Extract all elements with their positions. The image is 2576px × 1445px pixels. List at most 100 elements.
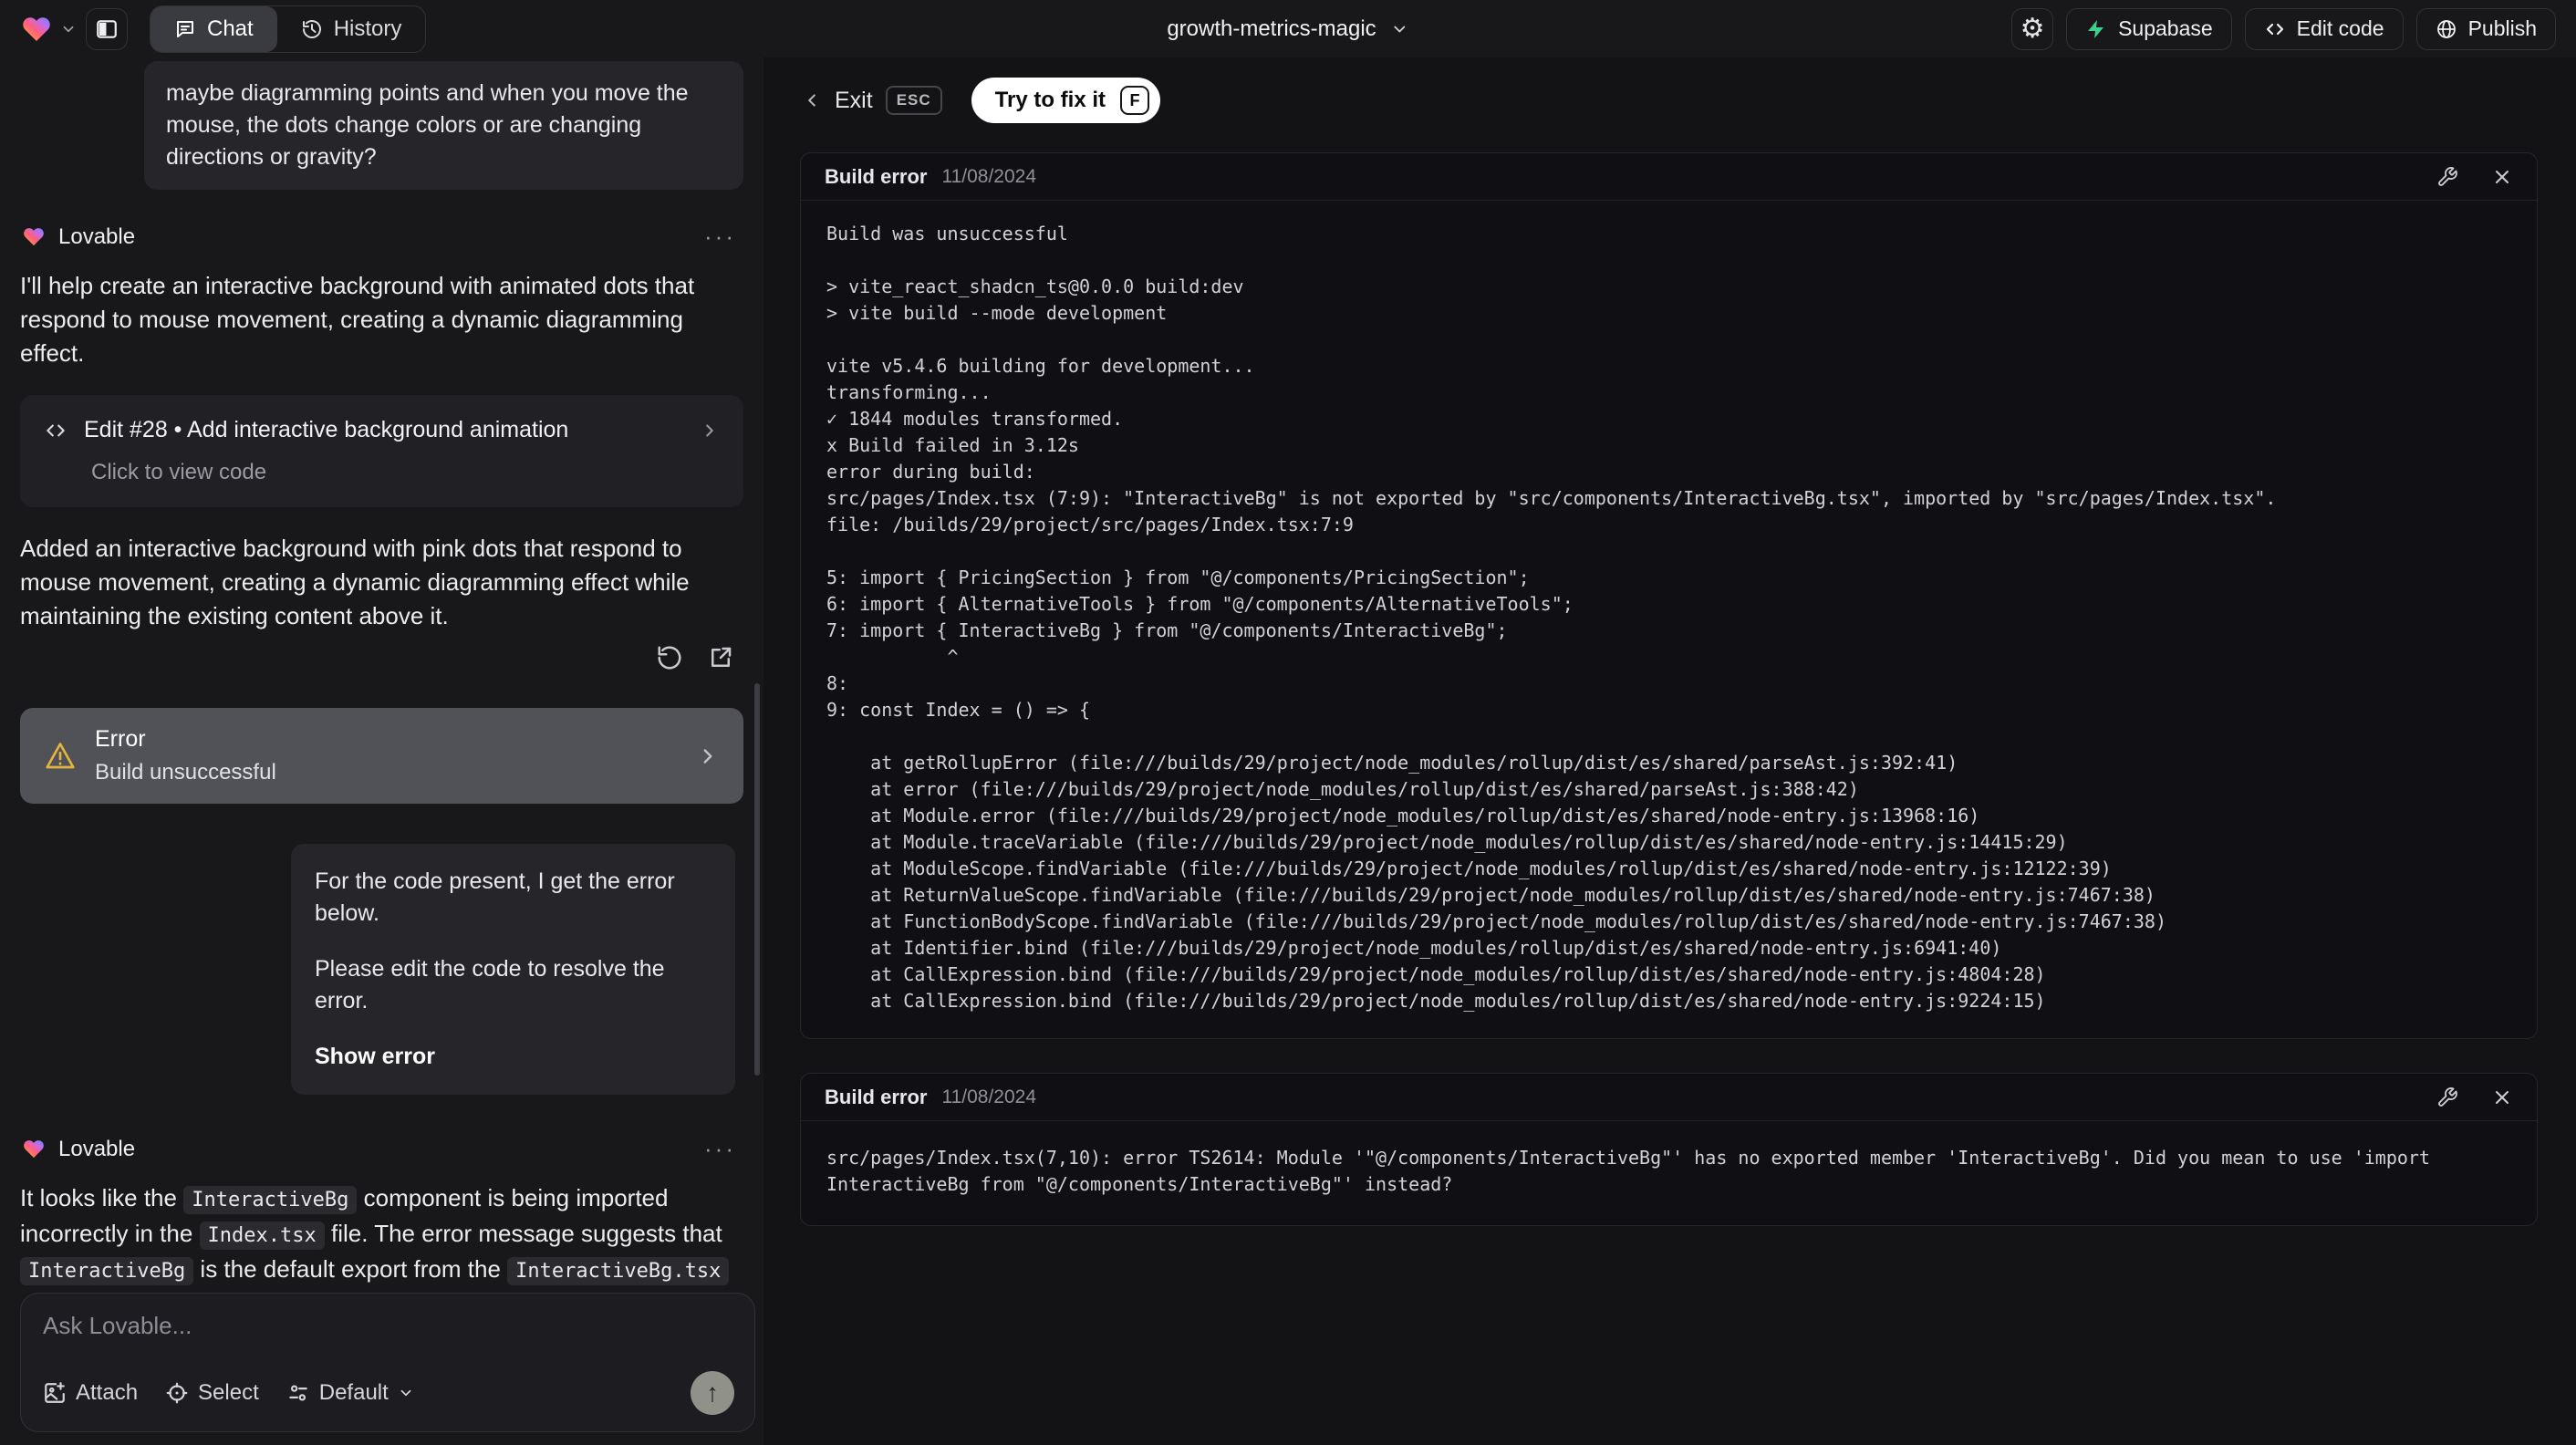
assistant-name: Lovable xyxy=(58,1136,136,1161)
sliders-icon xyxy=(286,1381,310,1405)
mode-dropdown[interactable]: Default xyxy=(286,1380,414,1406)
exit-label: Exit xyxy=(835,87,873,113)
attach-label: Attach xyxy=(76,1380,139,1405)
user-message-text: maybe diagramming points and when you mo… xyxy=(166,80,689,170)
chat-composer[interactable]: Ask Lovable... Attach Select Default ↑ xyxy=(20,1293,755,1432)
user-message: For the code present, I get the error be… xyxy=(291,844,735,1095)
gear-icon: ⚙ xyxy=(2020,13,2045,44)
chat-messages: maybe diagramming points and when you mo… xyxy=(0,57,763,1293)
assistant-paragraph: Added an interactive background with pin… xyxy=(20,535,690,629)
assistant-name: Lovable xyxy=(58,224,136,249)
target-select-icon xyxy=(165,1381,189,1405)
message-menu-button[interactable]: ··· xyxy=(704,1135,736,1163)
lovable-heart-icon xyxy=(22,1138,46,1160)
main-split: maybe diagramming points and when you mo… xyxy=(0,57,2576,1445)
build-error-title: Build error xyxy=(825,164,928,188)
send-button[interactable]: ↑ xyxy=(691,1371,734,1415)
build-card-header: Build error 11/08/2024 xyxy=(801,1074,2537,1121)
assistant-message-header: Lovable ··· xyxy=(22,223,743,251)
assistant-paragraph: I'll help create an interactive backgrou… xyxy=(20,272,695,367)
chevron-down-icon xyxy=(398,1385,414,1401)
build-error-card[interactable]: Error Build unsuccessful xyxy=(20,708,743,804)
chevron-down-icon xyxy=(1391,20,1409,38)
top-bar: Chat History growth-metrics-magic ⚙ Supa… xyxy=(0,0,2576,57)
fix-label: Try to fix it xyxy=(994,88,1106,112)
chat-history-tab-group: Chat History xyxy=(150,5,427,53)
edit-card-row: Edit #28 • Add interactive background an… xyxy=(44,417,720,443)
chevron-right-icon xyxy=(696,744,720,768)
build-error-log: Build was unsuccessful > vite_react_shad… xyxy=(826,223,2277,1012)
edit-code-label: Edit code xyxy=(2296,16,2384,40)
user-message-line: For the code present, I get the error be… xyxy=(315,868,675,926)
lovable-heart-icon xyxy=(22,225,46,248)
user-message: maybe diagramming points and when you mo… xyxy=(144,61,743,190)
settings-button[interactable]: ⚙ xyxy=(2011,7,2054,50)
build-error-title: Build error xyxy=(825,1085,928,1108)
top-bar-actions: ⚙ Supabase Edit code Publish xyxy=(2011,7,2556,50)
attach-button[interactable]: Attach xyxy=(43,1380,138,1406)
panel-left-icon xyxy=(95,17,119,41)
f-keycap: F xyxy=(1120,86,1150,115)
edit-code-button[interactable]: Edit code xyxy=(2244,7,2404,50)
edit-card-title: Edit #28 • Add interactive background an… xyxy=(84,417,569,442)
exit-button[interactable]: Exit ESC xyxy=(802,86,942,115)
restore-icon[interactable] xyxy=(656,644,683,671)
project-switcher[interactable]: growth-metrics-magic xyxy=(1167,16,1408,42)
chat-input[interactable]: Ask Lovable... xyxy=(43,1312,734,1340)
composer-toolbar: Attach Select Default ↑ xyxy=(43,1371,734,1415)
build-error-date: 11/08/2024 xyxy=(941,1086,1037,1107)
close-icon[interactable] xyxy=(2491,166,2513,188)
arrow-up-icon: ↑ xyxy=(706,1378,719,1407)
history-clock-icon xyxy=(301,18,323,40)
supabase-label: Supabase xyxy=(2118,16,2213,40)
close-icon[interactable] xyxy=(2491,1086,2513,1108)
edit-card-28[interactable]: Edit #28 • Add interactive background an… xyxy=(20,395,743,507)
tab-history[interactable]: History xyxy=(277,6,426,52)
message-actions xyxy=(20,644,734,671)
build-card-actions xyxy=(2436,166,2513,188)
app-window: Chat History growth-metrics-magic ⚙ Supa… xyxy=(0,0,2576,1445)
sidebar-toggle-button[interactable] xyxy=(86,7,128,50)
lovable-heart-icon xyxy=(20,14,53,45)
warning-triangle-icon xyxy=(44,740,77,773)
chat-bubble-icon xyxy=(174,18,196,40)
show-error-link[interactable]: Show error xyxy=(315,1041,712,1073)
error-card-texts: Error Build unsuccessful xyxy=(95,726,276,785)
preview-panel: Exit ESC Try to fix it F Build error 11/… xyxy=(763,57,2576,1445)
build-error-date: 11/08/2024 xyxy=(941,165,1037,187)
lovable-logo-menu[interactable] xyxy=(20,14,77,45)
try-to-fix-button[interactable]: Try to fix it F xyxy=(971,78,1161,123)
chevron-right-icon xyxy=(700,421,720,441)
code-brackets-icon xyxy=(2264,18,2286,40)
supabase-button[interactable]: Supabase xyxy=(2066,7,2232,50)
chevron-left-icon xyxy=(802,90,822,110)
error-card-subtitle: Build unsuccessful xyxy=(95,760,276,785)
chat-panel: maybe diagramming points and when you mo… xyxy=(0,57,763,1445)
user-message-line: Please edit the code to resolve the erro… xyxy=(315,956,665,1014)
select-button[interactable]: Select xyxy=(165,1380,259,1406)
build-error-log: src/pages/Index.tsx(7,10): error TS2614:… xyxy=(826,1147,2430,1195)
globe-icon xyxy=(2436,18,2457,40)
chat-scrollbar-thumb[interactable] xyxy=(754,683,760,1076)
tab-chat[interactable]: Chat xyxy=(151,5,277,52)
top-bar-left: Chat History xyxy=(20,5,427,53)
wrench-fix-icon[interactable] xyxy=(2436,1086,2458,1108)
error-card-title: Error xyxy=(95,726,146,752)
publish-label: Publish xyxy=(2467,16,2537,40)
build-error-log-card-2: Build error 11/08/2024 src/pages/Index.t… xyxy=(800,1073,2538,1226)
build-error-log-card-1: Build error 11/08/2024 Build was unsucce… xyxy=(800,152,2538,1039)
wrench-fix-icon[interactable] xyxy=(2436,166,2458,188)
image-attach-icon xyxy=(43,1381,67,1405)
project-name: growth-metrics-magic xyxy=(1167,16,1376,41)
message-menu-button[interactable]: ··· xyxy=(704,223,736,251)
build-card-actions xyxy=(2436,1086,2513,1108)
publish-button[interactable]: Publish xyxy=(2415,7,2556,50)
esc-keycap: ESC xyxy=(885,86,942,115)
assistant-message-header: Lovable ··· xyxy=(22,1135,743,1163)
mode-label: Default xyxy=(318,1380,389,1405)
tab-history-label: History xyxy=(333,16,402,41)
assistant-paragraph-rich: It looks like the InteractiveBg componen… xyxy=(20,1181,743,1293)
open-external-icon[interactable] xyxy=(707,644,734,671)
code-brackets-icon xyxy=(44,419,68,442)
chevron-down-icon xyxy=(60,21,77,37)
